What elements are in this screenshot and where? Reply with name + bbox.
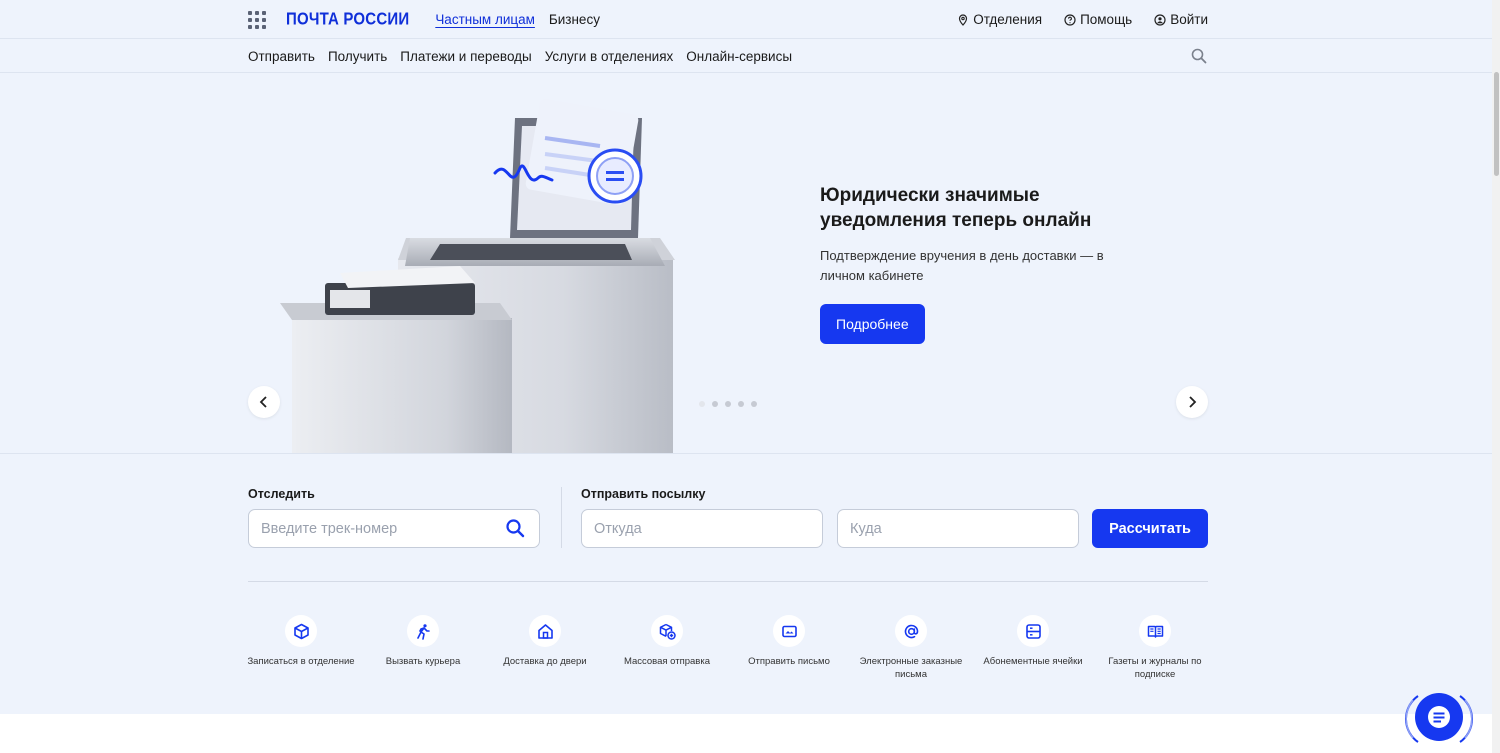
service-call-courier[interactable]: Вызвать курьера <box>362 615 484 681</box>
service-label: Абонементные ячейки <box>983 656 1083 667</box>
carousel-dot[interactable] <box>712 401 718 407</box>
chat-button[interactable] <box>1404 686 1474 750</box>
carousel-dot[interactable] <box>751 401 757 407</box>
letter-icon <box>781 625 797 637</box>
nav-payments[interactable]: Платежи и переводы <box>400 49 531 64</box>
hero-subtitle: Подтверждение вручения в день доставки —… <box>820 248 1104 283</box>
nav-receive[interactable]: Получить <box>328 49 387 64</box>
hero-title: Юридически значимые уведомления теперь о… <box>820 185 1092 231</box>
service-electronic-letters[interactable]: Электронные заказные письма <box>850 615 972 681</box>
scrollbar-thumb[interactable] <box>1494 72 1499 176</box>
login-link[interactable]: Войти <box>1154 12 1208 27</box>
tracking-label: Отследить <box>248 487 315 501</box>
track-search-icon[interactable] <box>505 518 525 538</box>
hero-banner: Юридически значимые уведомления теперь о… <box>0 73 1492 453</box>
chevron-right-icon <box>1189 396 1197 408</box>
carousel-dot[interactable] <box>699 401 705 407</box>
at-sign-icon <box>904 624 918 638</box>
carousel-dot[interactable] <box>725 401 731 407</box>
service-po-boxes[interactable]: Абонементные ячейки <box>972 615 1094 681</box>
nav-office-services[interactable]: Услуги в отделениях <box>545 49 674 64</box>
home-icon <box>537 623 553 639</box>
track-number-input[interactable] <box>248 509 540 548</box>
apps-grid-icon[interactable] <box>248 10 266 29</box>
mailbox-icon <box>1025 623 1041 639</box>
service-label: Вызвать курьера <box>385 656 461 667</box>
vertical-divider <box>561 487 562 548</box>
chevron-left-icon <box>259 396 267 408</box>
offices-label: Отделения <box>973 12 1043 27</box>
service-label: Отправить письмо <box>748 656 830 667</box>
from-input[interactable] <box>581 509 823 548</box>
carousel-dots <box>699 401 757 407</box>
hero-more-button[interactable]: Подробнее <box>820 304 925 344</box>
segment-business[interactable]: Бизнесу <box>549 12 600 27</box>
carousel-prev-button[interactable] <box>248 386 280 418</box>
service-label: Электронные заказные письма <box>859 656 963 680</box>
services-row: Записаться в отделение Вызвать курьера Д… <box>240 615 1216 681</box>
segment-private[interactable]: Частным лицам <box>435 12 535 27</box>
service-door-delivery[interactable]: Доставка до двери <box>484 615 606 681</box>
carousel-dot[interactable] <box>738 401 744 407</box>
help-circle-icon <box>1064 13 1076 26</box>
location-pin-icon <box>959 13 968 26</box>
box-icon <box>293 623 309 639</box>
login-label: Войти <box>1170 12 1208 27</box>
courier-icon <box>416 623 430 640</box>
service-office-appointment[interactable]: Записаться в отделение <box>240 615 362 681</box>
service-label: Газеты и журналы по подписке <box>1108 656 1202 680</box>
service-label: Доставка до двери <box>503 656 587 667</box>
send-parcel-label: Отправить посылку <box>581 487 706 501</box>
calculate-button[interactable]: Рассчитать <box>1092 509 1208 548</box>
main-nav: Отправить Получить Платежи и переводы Ус… <box>0 39 1492 73</box>
help-link[interactable]: Помощь <box>1064 12 1132 27</box>
carousel-next-button[interactable] <box>1176 386 1208 418</box>
user-circle-icon <box>1154 13 1166 26</box>
service-label: Записаться в отделение <box>247 656 355 667</box>
nav-send[interactable]: Отправить <box>248 49 315 64</box>
service-label: Массовая отправка <box>623 656 711 667</box>
top-bar: ПОЧТА РОССИИ Частным лицам Бизнесу Отдел… <box>0 0 1492 39</box>
newspaper-icon <box>1147 625 1163 638</box>
offices-link[interactable]: Отделения <box>957 12 1042 27</box>
service-send-letter[interactable]: Отправить письмо <box>728 615 850 681</box>
hero-illustration <box>280 98 675 453</box>
search-icon[interactable] <box>1190 47 1208 65</box>
help-label: Помощь <box>1080 12 1133 27</box>
service-subscriptions[interactable]: Газеты и журналы по подписке <box>1094 615 1216 681</box>
nav-online-services[interactable]: Онлайн-сервисы <box>686 49 792 64</box>
hero-divider <box>0 453 1492 454</box>
logo[interactable]: ПОЧТА РОССИИ <box>286 10 409 30</box>
service-bulk-shipping[interactable]: Массовая отправка <box>606 615 728 681</box>
boxes-add-icon <box>659 623 676 640</box>
section-divider <box>248 581 1208 582</box>
to-input[interactable] <box>837 509 1079 548</box>
